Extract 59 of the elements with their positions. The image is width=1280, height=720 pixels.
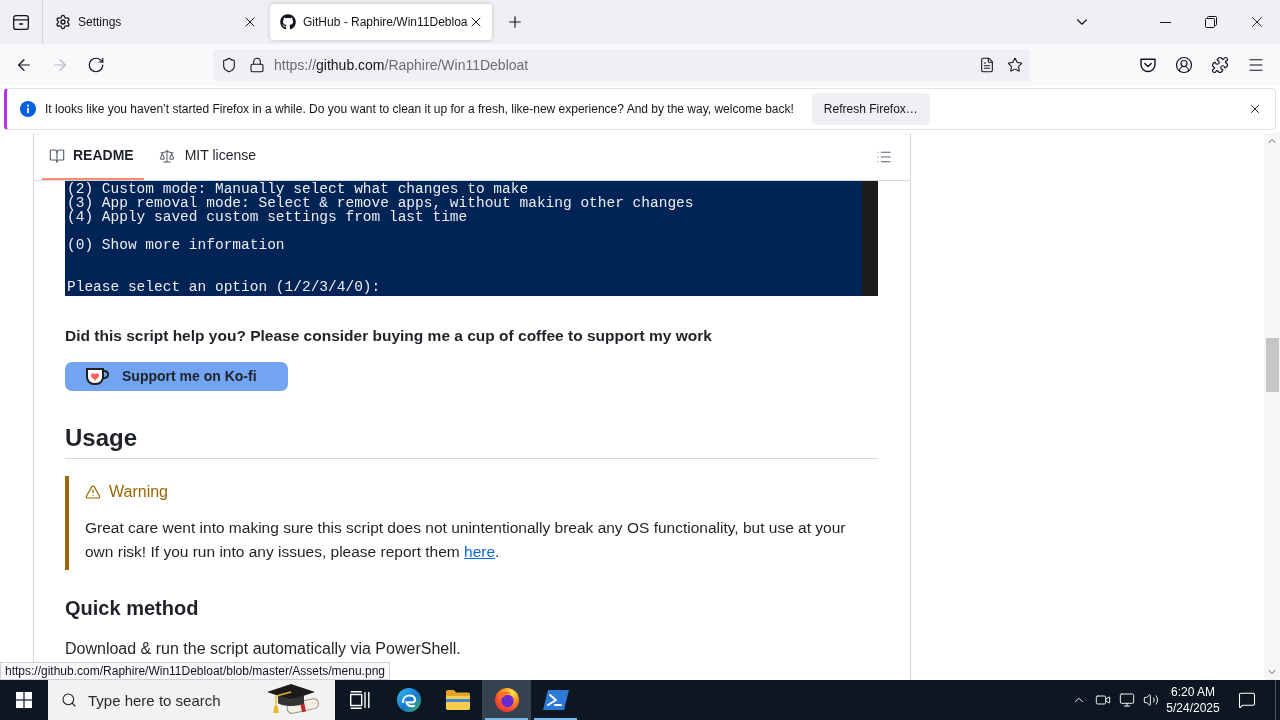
powershell-icon: [542, 690, 569, 710]
chevron-shield-icon: [1140, 57, 1156, 73]
quick-method-heading: Quick method: [65, 596, 200, 621]
speaker-icon: [1143, 692, 1159, 708]
search-input[interactable]: Type here to search: [88, 688, 265, 712]
edge-browser-icon: [396, 688, 421, 712]
plus-icon: [506, 13, 524, 31]
bookmark-star-icon[interactable]: [1007, 57, 1023, 73]
task-view-icon: [349, 691, 370, 709]
terminal-line: (4) Apply saved custom settings from last time: [67, 210, 469, 224]
video-camera-icon: [1095, 692, 1111, 708]
close-icon: [1248, 102, 1262, 116]
archive-box-icon: [13, 14, 29, 30]
readme-tab[interactable]: MIT license: [151, 133, 266, 180]
firefox-icon: [494, 688, 519, 712]
usage-heading: Usage: [65, 423, 878, 459]
reload-icon: [87, 56, 105, 74]
message-icon: [1238, 691, 1256, 709]
search-icon: [61, 692, 77, 708]
shield-icon[interactable]: [221, 57, 237, 73]
terminal-line: (3) App removal mode: Select & remove apps, without making other changes: [67, 196, 695, 210]
address-url: https://github.com/Raphire/Win11Debloat: [274, 55, 529, 75]
book-icon: [49, 147, 65, 164]
lock-icon[interactable]: [249, 57, 265, 73]
forward-arrow-icon: [51, 56, 69, 74]
support-button[interactable]: Support me on Ko-fi: [65, 362, 288, 391]
warning-title: Warning: [109, 482, 168, 502]
minimize-icon: [1159, 21, 1171, 23]
network-monitor-icon: [1119, 692, 1135, 708]
info-icon: [20, 101, 36, 117]
terminal-line: Please select an option (1/2/3/4/0):: [67, 280, 382, 294]
gear-icon: [55, 14, 71, 30]
reader-view-icon[interactable]: [979, 57, 995, 73]
scrollbar-thumb[interactable]: [1265, 338, 1279, 392]
github-icon: [280, 14, 296, 30]
terminal-line: (2) Custom mode: Manually select what changes to make: [67, 182, 529, 196]
notification-message: It looks like you haven’t started Firefox in a while. Do you want to clean it up for a fresh, like-new experience? And by the way, welcome back!: [45, 101, 794, 118]
menu-icon: [1247, 56, 1265, 74]
link-status-tooltip: https://github.com/Raphire/Win11Debloat/blob/master/Assets/menu.png: [0, 662, 390, 680]
report-link[interactable]: here: [464, 543, 496, 560]
quick-method-text: Download & run the script automatically via PowerShell.: [65, 639, 462, 659]
windows-logo-icon: [16, 692, 32, 708]
address-bar[interactable]: https://github.com/Raphire/Win11Debloat: [213, 49, 1030, 81]
warning-text: Great care went into making sure this script does not unintentionally break any OS functionality, but use at your own risk! If you run into any issues, please report them here.: [85, 518, 847, 562]
refresh-firefox-button[interactable]: Refresh Firefox…: [811, 93, 930, 125]
folder-icon: [445, 690, 470, 710]
taskbar-clock[interactable]: 6:20 AM 5/24/2025: [1164, 680, 1222, 720]
taskbar-search-field[interactable]: Type here to search: [48, 680, 335, 720]
puzzle-icon: [1211, 56, 1229, 74]
scale-icon: [158, 147, 175, 164]
terminal-line: (0) Show more information: [67, 238, 286, 252]
warning-icon: [85, 484, 101, 500]
account-icon: [1175, 56, 1193, 74]
browser-tab[interactable]: Settings: [44, 4, 266, 40]
restore-icon: [1205, 16, 1217, 28]
support-message: Did this script help you? Please consider buying me a cup of coffee to support my work: [65, 326, 713, 346]
browser-tab[interactable]: GitHub - Raphire/Win11Debloa: [270, 4, 492, 40]
firefox-taskbar-button[interactable]: [482, 680, 531, 720]
coffee-cup-icon: [85, 367, 109, 386]
